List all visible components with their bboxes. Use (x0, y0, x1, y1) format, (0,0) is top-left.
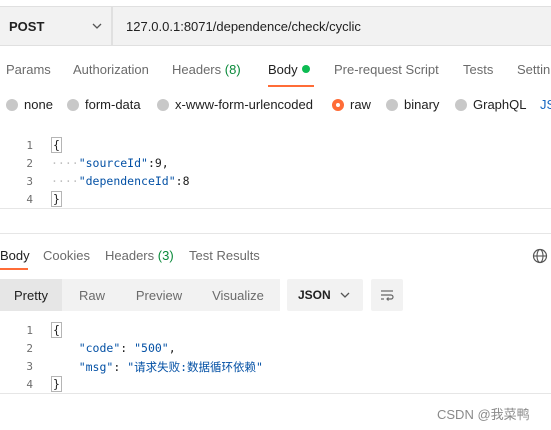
visualize-button[interactable]: Visualize (196, 279, 280, 311)
json-value: :9, (147, 156, 169, 170)
response-tab-cookies[interactable]: Cookies (43, 248, 90, 263)
globe-icon[interactable] (532, 248, 548, 264)
method-label: POST (9, 18, 45, 34)
request-tabs: Params Authorization Headers (8) Body Pr… (0, 58, 551, 87)
radio-urlencoded[interactable]: x-www-form-urlencoded (157, 97, 313, 112)
raw-button[interactable]: Raw (62, 279, 122, 311)
line-number: 1 (26, 324, 33, 337)
radio-none-label: none (24, 97, 53, 112)
response-headers-count: (3) (157, 248, 174, 263)
close-brace: } (51, 191, 62, 207)
response-body-viewer[interactable]: 1 2 3 4 { "code": "500", "msg": "请求失败:数据… (0, 318, 551, 394)
json-key: "dependenceId" (78, 174, 176, 188)
json-key: "sourceId" (78, 156, 148, 170)
code-line-1: { (51, 137, 62, 153)
json-value: "500" (134, 341, 169, 355)
radio-selected-icon (332, 98, 344, 111)
json-key: "code" (78, 341, 121, 355)
response-tab-headers[interactable]: Headers (3) (105, 248, 174, 263)
code-line-2: "code": "500", (78, 341, 176, 355)
indent-guide: ···· (51, 156, 79, 170)
line-number: 1 (26, 139, 33, 152)
headers-count: (8) (224, 62, 241, 77)
watermark: CSDN @我菜鸭 (437, 407, 530, 422)
radio-icon (67, 98, 79, 111)
code-line-2: ····"sourceId":9, (51, 156, 169, 170)
pane-resize-handle[interactable] (0, 209, 551, 234)
url-text: 127.0.0.1:8071/dependence/check/cyclic (126, 18, 361, 34)
radio-icon (455, 98, 467, 111)
wrap-lines-icon (381, 290, 394, 301)
json-value: "请求失败:数据循环依赖" (127, 360, 263, 374)
radio-form-data[interactable]: form-data (67, 97, 141, 112)
tab-tests[interactable]: Tests (463, 62, 493, 77)
radio-graphql-label: GraphQL (473, 97, 527, 112)
body-type-options: none form-data x-www-form-urlencoded raw… (0, 96, 551, 116)
radio-binary[interactable]: binary (386, 97, 439, 112)
line-number: 3 (26, 360, 33, 373)
preview-button[interactable]: Preview (122, 279, 196, 311)
code-line-4: } (51, 376, 62, 392)
tab-settings[interactable]: Settin (517, 62, 550, 77)
request-body-editor[interactable]: 1 2 3 4 { ····"sourceId":9, ····"depende… (0, 133, 551, 209)
line-number: 4 (26, 378, 33, 391)
tab-body[interactable]: Body (268, 62, 310, 77)
response-tabs: Body Cookies Headers (3) Test Results (0, 244, 551, 270)
radio-raw[interactable]: raw (332, 97, 371, 112)
format-select[interactable]: JSON (287, 279, 363, 311)
open-brace: { (51, 322, 62, 338)
close-brace: } (51, 376, 62, 392)
line-number: 4 (26, 193, 33, 206)
tab-headers-label: Headers (172, 62, 222, 77)
json-value: :8 (175, 174, 190, 188)
response-tab-test-results[interactable]: Test Results (189, 248, 260, 263)
radio-none[interactable]: none (6, 97, 53, 112)
radio-graphql[interactable]: GraphQL (455, 97, 526, 112)
pretty-button[interactable]: Pretty (0, 279, 62, 311)
radio-raw-label: raw (350, 97, 371, 112)
radio-urlencoded-label: x-www-form-urlencoded (175, 97, 313, 112)
url-bar: POST 127.0.0.1:8071/dependence/check/cyc… (0, 6, 551, 46)
active-tab-underline (0, 268, 28, 270)
chevron-down-icon (340, 292, 350, 298)
line-number: 3 (26, 175, 33, 188)
open-brace: { (51, 137, 62, 153)
method-select[interactable]: POST (0, 6, 112, 46)
url-input[interactable]: 127.0.0.1:8071/dependence/check/cyclic (112, 6, 551, 46)
line-number: 2 (26, 157, 33, 170)
tab-pre-request-script[interactable]: Pre-request Script (334, 62, 439, 77)
indent-guide: ···· (51, 174, 79, 188)
tab-headers[interactable]: Headers (8) (172, 62, 241, 77)
wrap-lines-button[interactable] (371, 279, 403, 311)
active-dot-icon (301, 65, 310, 73)
tab-authorization[interactable]: Authorization (73, 62, 149, 77)
code-line-1: { (51, 322, 62, 338)
response-tab-headers-label: Headers (105, 248, 155, 263)
language-select[interactable]: JS (540, 97, 551, 112)
format-select-value: JSON (298, 288, 331, 302)
format-toggle-group: Pretty Raw Preview Visualize (0, 279, 280, 311)
radio-binary-label: binary (404, 97, 440, 112)
tab-body-label: Body (268, 62, 298, 77)
code-line-3: "msg": "请求失败:数据循环依赖" (78, 360, 263, 374)
radio-icon (157, 98, 169, 111)
radio-form-data-label: form-data (85, 97, 141, 112)
code-line-3: ····"dependenceId":8 (51, 174, 190, 188)
chevron-down-icon (92, 23, 102, 29)
active-tab-underline (268, 85, 314, 87)
response-tab-body[interactable]: Body (0, 248, 30, 263)
radio-icon (386, 98, 398, 111)
json-key: "msg" (78, 360, 114, 374)
radio-icon (6, 98, 18, 111)
tab-params[interactable]: Params (6, 62, 51, 77)
code-line-4: } (51, 191, 62, 207)
line-number: 2 (26, 342, 33, 355)
